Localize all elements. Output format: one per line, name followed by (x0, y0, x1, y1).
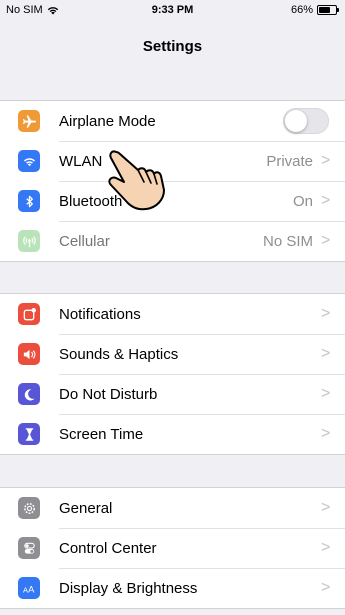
chevron-right-icon: > (321, 385, 331, 402)
tap-hand-icon (108, 150, 165, 211)
bluetooth-icon (18, 190, 40, 212)
status-right: 66% (290, 4, 339, 16)
row-label: Cellular (59, 232, 110, 250)
row-label: Notifications (59, 305, 141, 323)
settings-row-control-center[interactable]: Control Center > (0, 528, 345, 568)
airplane-icon (18, 110, 40, 132)
settings-row-do-not-disturb[interactable]: Do Not Disturb > (0, 374, 345, 414)
battery-percent: 66% (290, 4, 313, 16)
page-title: Settings (142, 38, 203, 55)
row-label: Control Center (59, 539, 157, 557)
chevron-right-icon: > (321, 192, 331, 209)
general-group: General > Control Center > A A Display &… (0, 487, 345, 609)
settings-row-display-brightness[interactable]: A A Display & Brightness > (0, 568, 345, 608)
hourglass-icon (18, 423, 40, 445)
speaker-icon (18, 343, 40, 365)
notifications-group: Notifications > Sounds & Haptics > Do No… (0, 293, 345, 455)
row-label: Do Not Disturb (59, 385, 158, 403)
chevron-right-icon: > (321, 425, 331, 442)
row-label: Display & Brightness (59, 579, 198, 597)
row-value: On (292, 192, 313, 210)
row-value: No SIM (262, 232, 313, 250)
chevron-right-icon: > (321, 232, 331, 249)
chevron-right-icon: > (321, 345, 331, 362)
row-label: Airplane Mode (59, 112, 156, 130)
toggles-icon (18, 537, 40, 559)
airplane-mode-toggle[interactable] (283, 108, 329, 134)
settings-row-screen-time[interactable]: Screen Time > (0, 414, 345, 454)
status-bar: No SIM 9:33 PM 66% (0, 0, 345, 20)
settings-row-general[interactable]: General > (0, 488, 345, 528)
connectivity-group: Airplane Mode WLAN Private > Bluetooth O… (0, 100, 345, 262)
row-label: Screen Time (59, 425, 144, 443)
row-label: General (59, 499, 113, 517)
wifi-icon (18, 150, 40, 172)
settings-row-bluetooth[interactable]: Bluetooth On > (0, 181, 345, 221)
row-label: Bluetooth (59, 192, 123, 210)
chevron-right-icon: > (321, 305, 331, 322)
cellular-icon (18, 230, 40, 252)
settings-row-wlan[interactable]: WLAN Private > (0, 141, 345, 181)
row-label: Sounds & Haptics (59, 345, 179, 363)
notifications-icon (18, 303, 40, 325)
chevron-right-icon: > (321, 499, 331, 516)
settings-row-notifications[interactable]: Notifications > (0, 294, 345, 334)
gear-icon (18, 497, 40, 519)
settings-row-sounds-haptics[interactable]: Sounds & Haptics > (0, 334, 345, 374)
settings-row-cellular[interactable]: Cellular No SIM > (0, 221, 345, 261)
chevron-right-icon: > (321, 152, 331, 169)
chevron-right-icon: > (321, 579, 331, 596)
chevron-right-icon: > (321, 539, 331, 556)
moon-icon (18, 383, 40, 405)
battery-icon (317, 5, 339, 15)
text-size-icon: A A (18, 577, 40, 599)
row-value: Private (266, 152, 313, 170)
svg-text:A: A (28, 584, 35, 594)
settings-row-airplane-mode[interactable]: Airplane Mode (0, 101, 345, 141)
